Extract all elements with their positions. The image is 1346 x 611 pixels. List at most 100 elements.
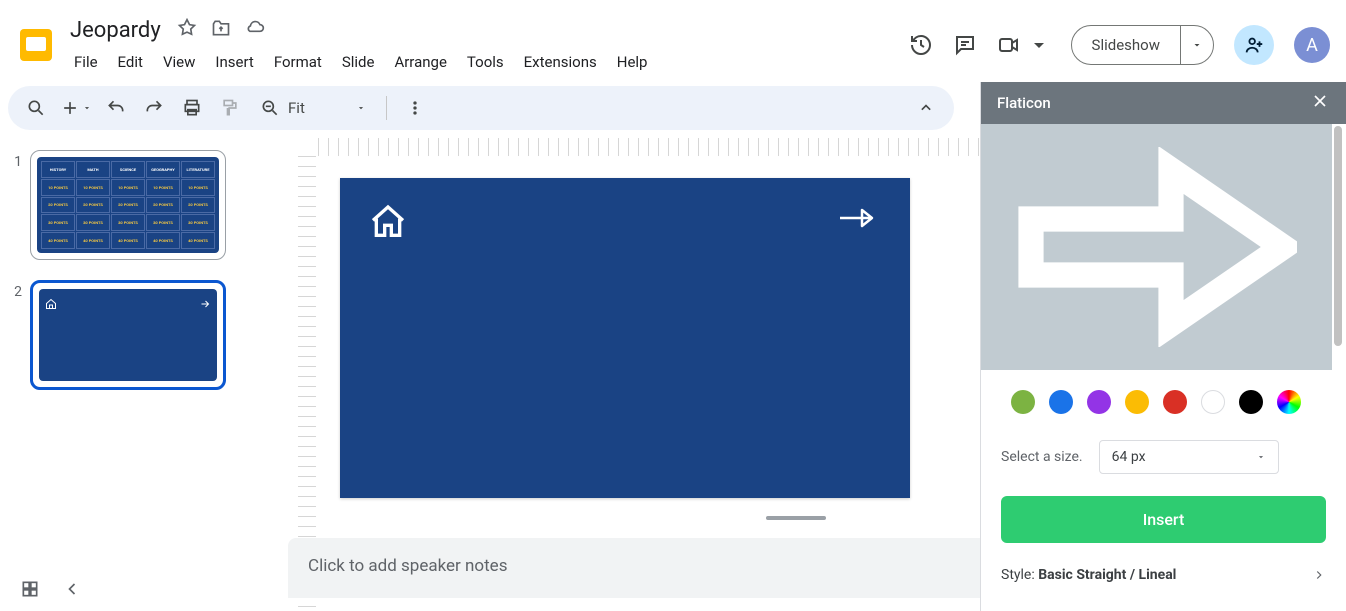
close-icon[interactable] (1310, 91, 1330, 115)
jeopardy-cell: 20 POINTS (41, 197, 75, 214)
chevron-right-icon[interactable] (1312, 568, 1326, 582)
color-swatch[interactable] (1163, 390, 1187, 414)
plus-icon (60, 98, 80, 118)
toolbar-divider (386, 96, 387, 120)
jeopardy-cell: 40 POINTS (181, 232, 215, 249)
slide-number: 1 (8, 150, 22, 260)
jeopardy-cell: 10 POINTS (41, 179, 75, 196)
color-picker-row (981, 370, 1346, 434)
jeopardy-cell: 20 POINTS (146, 197, 180, 214)
jeopardy-header-cell: HISTORY (41, 161, 75, 178)
jeopardy-cell: 20 POINTS (111, 197, 145, 214)
jeopardy-header-cell: SCIENCE (111, 161, 145, 178)
flaticon-sidebar: Flaticon Select a size. 64 px Insert Sty… (980, 82, 1346, 611)
jeopardy-cell: 30 POINTS (181, 214, 215, 231)
color-swatch[interactable] (1125, 390, 1149, 414)
comments-icon[interactable] (953, 33, 977, 57)
jeopardy-cell: 10 POINTS (111, 179, 145, 196)
menu-insert[interactable]: Insert (207, 49, 261, 75)
slideshow-group: Slideshow (1071, 25, 1214, 65)
slideshow-dropdown[interactable] (1180, 26, 1213, 64)
menu-extensions[interactable]: Extensions (516, 49, 605, 75)
slide-thumbnail-1[interactable]: HISTORYMATHSCIENCEGEOGRAPHYLITERATURE10 … (30, 150, 226, 260)
jeopardy-cell: 40 POINTS (111, 232, 145, 249)
jeopardy-cell: 20 POINTS (76, 197, 110, 214)
menu-arrange[interactable]: Arrange (386, 49, 454, 75)
user-avatar[interactable]: A (1294, 27, 1330, 63)
scrollbar[interactable] (1334, 124, 1342, 611)
insert-button[interactable]: Insert (1001, 496, 1326, 543)
grid-view-icon[interactable] (20, 579, 40, 603)
jeopardy-header-cell: GEOGRAPHY (146, 161, 180, 178)
collapse-toolbar-button[interactable] (912, 94, 940, 122)
splitter-handle[interactable] (766, 516, 826, 520)
new-slide-button[interactable] (60, 98, 92, 118)
slide-number: 2 (8, 280, 22, 390)
arrow-right-icon[interactable] (838, 206, 878, 234)
zoom-label: Fit (288, 99, 348, 117)
document-title[interactable]: Jeopardy (66, 16, 165, 45)
menu-view[interactable]: View (155, 49, 203, 75)
arrow-right-icon (199, 295, 211, 314)
jeopardy-cell: 40 POINTS (41, 232, 75, 249)
jeopardy-cell: 10 POINTS (181, 179, 215, 196)
menu-file[interactable]: File (66, 49, 106, 75)
meet-button[interactable] (997, 33, 1051, 57)
chevron-down-icon (356, 103, 366, 113)
slides-logo[interactable] (16, 25, 56, 65)
more-button[interactable] (401, 94, 429, 122)
style-label: Style: Basic Straight / Lineal (1001, 567, 1176, 583)
star-icon[interactable] (177, 18, 197, 42)
slide-panel: 1 HISTORYMATHSCIENCEGEOGRAPHYLITERATURE1… (0, 138, 246, 611)
chevron-down-icon (1191, 39, 1203, 51)
sidebar-title: Flaticon (997, 94, 1051, 112)
share-button[interactable] (1234, 25, 1274, 65)
zoom-control[interactable]: Fit (254, 98, 372, 118)
chevron-down-icon (1027, 33, 1051, 57)
jeopardy-header-cell: LITERATURE (181, 161, 215, 178)
size-select[interactable]: 64 px (1099, 440, 1279, 474)
size-value: 64 px (1112, 449, 1146, 465)
undo-button[interactable] (102, 94, 130, 122)
person-add-icon (1243, 34, 1265, 56)
slide-thumbnail-2[interactable] (30, 280, 226, 390)
menu-edit[interactable]: Edit (110, 49, 151, 75)
menu-bar: File Edit View Insert Format Slide Arran… (66, 49, 655, 75)
slide-canvas[interactable] (340, 178, 910, 498)
jeopardy-cell: 30 POINTS (76, 214, 110, 231)
color-swatch[interactable] (1201, 390, 1225, 414)
color-swatch[interactable] (1239, 390, 1263, 414)
print-button[interactable] (178, 94, 206, 122)
icon-preview (981, 124, 1332, 370)
jeopardy-cell: 40 POINTS (76, 232, 110, 249)
search-icon[interactable] (22, 94, 50, 122)
menu-format[interactable]: Format (266, 49, 330, 75)
jeopardy-cell: 40 POINTS (146, 232, 180, 249)
color-swatch[interactable] (1011, 390, 1035, 414)
jeopardy-cell: 30 POINTS (41, 214, 75, 231)
arrow-right-icon (1017, 147, 1297, 347)
menu-tools[interactable]: Tools (459, 49, 512, 75)
jeopardy-cell: 30 POINTS (111, 214, 145, 231)
app-header: Jeopardy File Edit View Insert Format Sl… (0, 0, 1346, 82)
menu-help[interactable]: Help (609, 49, 656, 75)
home-icon (45, 295, 57, 314)
redo-button[interactable] (140, 94, 168, 122)
history-icon[interactable] (909, 33, 933, 57)
jeopardy-cell: 20 POINTS (181, 197, 215, 214)
menu-slide[interactable]: Slide (334, 49, 383, 75)
move-icon[interactable] (211, 18, 231, 42)
jeopardy-cell: 10 POINTS (146, 179, 180, 196)
bottom-bar (0, 571, 102, 611)
home-icon[interactable] (368, 202, 408, 246)
chevron-down-icon (1256, 452, 1266, 462)
jeopardy-cell: 30 POINTS (146, 214, 180, 231)
color-swatch[interactable] (1277, 390, 1301, 414)
chevron-left-icon[interactable] (62, 579, 82, 603)
jeopardy-cell: 10 POINTS (76, 179, 110, 196)
color-swatch[interactable] (1087, 390, 1111, 414)
color-swatch[interactable] (1049, 390, 1073, 414)
cloud-icon[interactable] (245, 18, 265, 42)
paint-format-button[interactable] (216, 94, 244, 122)
slideshow-button[interactable]: Slideshow (1072, 26, 1180, 64)
